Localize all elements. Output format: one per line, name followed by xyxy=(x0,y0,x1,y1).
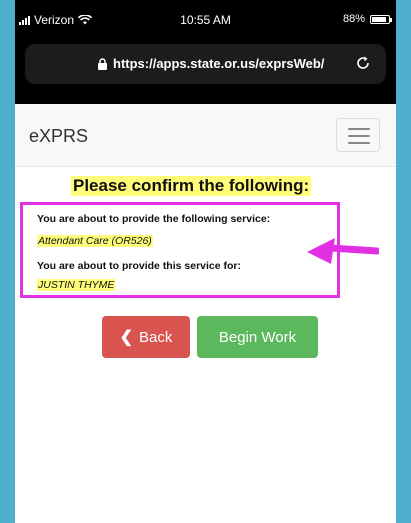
phone-screen: Verizon 10:55 AM 88% https://apps.state.… xyxy=(15,0,396,523)
status-time: 10:55 AM xyxy=(180,13,231,27)
begin-work-label: Begin Work xyxy=(218,328,297,346)
back-button[interactable]: ❮ Back xyxy=(102,316,190,358)
browser-url-bar: https://apps.state.or.us/exprsWeb/ xyxy=(15,38,396,104)
annotation-arrow-icon xyxy=(307,238,379,264)
site-brand[interactable]: eXPRS xyxy=(29,126,88,147)
hamburger-menu-button[interactable] xyxy=(336,118,380,152)
confirmation-box: You are about to provide the following s… xyxy=(20,202,340,298)
begin-work-button[interactable]: Begin Work xyxy=(197,316,318,358)
battery-icon xyxy=(370,14,392,24)
menu-line xyxy=(348,128,370,130)
reload-icon[interactable] xyxy=(354,54,372,72)
back-button-label: Back xyxy=(139,328,173,346)
site-navbar: eXPRS xyxy=(15,104,396,167)
url-text: https://apps.state.or.us/exprsWeb/ xyxy=(113,56,325,71)
service-label: You are about to provide the following s… xyxy=(37,213,271,225)
status-bar: Verizon 10:55 AM 88% xyxy=(15,0,396,38)
menu-line xyxy=(348,142,370,144)
client-value: JUSTIN THYME xyxy=(37,279,116,291)
lock-icon xyxy=(98,57,107,70)
status-right: 88% xyxy=(342,13,392,25)
chevron-left-icon: ❮ xyxy=(119,329,134,346)
url-display[interactable]: https://apps.state.or.us/exprsWeb/ xyxy=(97,56,324,71)
page-title: Please confirm the following: xyxy=(71,176,312,196)
battery-level xyxy=(372,16,387,22)
battery-percent: 88% xyxy=(342,13,365,25)
client-label: You are about to provide this service fo… xyxy=(37,260,242,272)
menu-line xyxy=(348,135,370,137)
service-value: Attendant Care (OR526) xyxy=(37,235,153,247)
address-field[interactable]: https://apps.state.or.us/exprsWeb/ xyxy=(25,44,386,84)
